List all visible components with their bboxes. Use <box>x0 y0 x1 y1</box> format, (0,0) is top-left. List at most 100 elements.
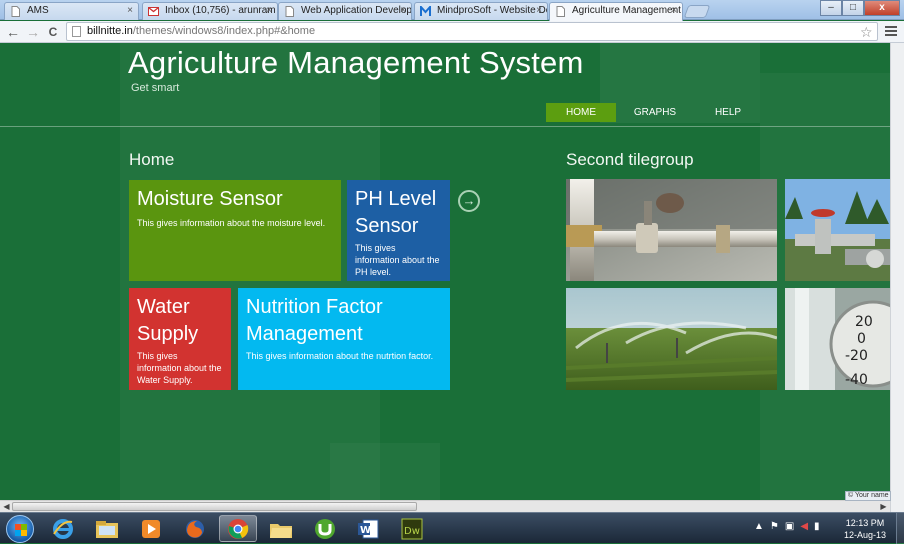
page-title: Agriculture Management System <box>128 45 584 80</box>
scroll-right-icon[interactable]: ▶ <box>878 502 889 512</box>
clock-date: 12-Aug-13 <box>843 530 887 540</box>
tile-description: This gives information about the Water S… <box>137 351 222 385</box>
svg-text:0: 0 <box>857 331 866 347</box>
volume-muted-icon[interactable]: ◀ <box>800 521 808 532</box>
system-tray: ▲ ⚑ ▣ ◀ ▮ <box>754 521 820 532</box>
address-bar[interactable]: billnitte.in/themes/windows8/index.php#&… <box>66 22 878 41</box>
horizontal-scrollbar[interactable]: ◀ ▶ <box>0 500 890 512</box>
page-content: Agriculture Management System Get smart … <box>0 43 890 500</box>
power-icon[interactable]: ▮ <box>814 521 820 532</box>
gmail-icon <box>148 6 159 16</box>
page-icon <box>11 6 20 17</box>
utorrent-icon[interactable] <box>306 515 344 542</box>
vertical-scrollbar[interactable] <box>890 43 904 512</box>
browser-tab-ams[interactable]: AMS × <box>4 2 139 20</box>
nav-home[interactable]: HOME <box>546 103 616 122</box>
menu-icon[interactable] <box>884 24 898 38</box>
tab-label: MindproSoft - Website De <box>437 5 548 16</box>
network-icon[interactable]: ▣ <box>785 521 794 532</box>
close-icon[interactable]: × <box>127 3 133 19</box>
forward-button[interactable]: → <box>24 23 42 41</box>
page-icon <box>556 6 565 17</box>
close-icon[interactable]: × <box>400 3 406 19</box>
browser-tab-agriculture[interactable]: Agriculture Management × <box>549 2 683 21</box>
background-shape <box>760 73 890 500</box>
tile-title: Nutrition Factor Management <box>246 296 383 345</box>
url-host: billnitte.in <box>87 25 133 37</box>
close-window-button[interactable]: x <box>864 0 900 16</box>
browser-tab-mindprosoft[interactable]: MindproSoft - Website De × <box>414 2 548 20</box>
tile-title: Water Supply <box>137 296 199 345</box>
minimize-button[interactable]: – <box>820 0 842 16</box>
svg-text:20: 20 <box>855 314 873 330</box>
scroll-left-icon[interactable]: ◀ <box>1 502 12 512</box>
page-subtitle: Get smart <box>131 82 180 94</box>
pipeline-valves-image <box>785 179 890 281</box>
internet-explorer-icon[interactable] <box>44 515 82 542</box>
window-controls: – □ x <box>820 0 900 16</box>
chrome-icon[interactable] <box>219 515 257 542</box>
scrollbar-thumb[interactable] <box>12 502 417 511</box>
browser-tab-inbox[interactable]: Inbox (10,756) - arunram × <box>142 2 278 20</box>
mindprosoft-icon <box>420 6 431 16</box>
header-divider <box>0 126 890 127</box>
new-tab-button[interactable] <box>683 5 711 18</box>
tile-description: This gives information about the nutrtio… <box>246 351 434 361</box>
close-icon[interactable]: × <box>536 3 542 19</box>
folder-icon[interactable] <box>262 515 300 542</box>
group-title-second: Second tilegroup <box>566 150 694 169</box>
tile-description: This gives information about the PH leve… <box>355 243 440 277</box>
nav-help[interactable]: HELP <box>694 103 762 122</box>
page-icon <box>285 6 294 17</box>
bookmark-star-icon[interactable]: ☆ <box>860 23 873 41</box>
tab-label: Web Application Develop <box>301 5 412 16</box>
tile-title: Moisture Sensor <box>137 188 283 210</box>
browser-tab-strip: AMS × Inbox (10,756) - arunram × Web App… <box>0 0 904 21</box>
taskbar-clock[interactable]: 12:13 PM 12-Aug-13 <box>838 517 892 541</box>
dreamweaver-icon[interactable]: Dw <box>393 515 431 542</box>
word-icon-label: W <box>360 525 371 536</box>
browser-tab-webapp[interactable]: Web Application Develop × <box>278 2 412 20</box>
next-group-arrow-icon[interactable]: → <box>458 190 480 212</box>
windows-logo-icon <box>15 524 27 536</box>
dreamweaver-icon-label: Dw <box>404 526 420 537</box>
tab-label: Agriculture Management <box>572 5 681 16</box>
show-hidden-icons-icon[interactable]: ▲ <box>754 521 764 532</box>
tile-water-supply[interactable]: Water Supply This gives information abou… <box>129 288 231 390</box>
url-path: /themes/windows8/index.php#&home <box>132 25 316 37</box>
thermometer-gauge-photo[interactable]: 20 -20 -40 0 <box>785 288 890 390</box>
tile-description: This gives information about the moistur… <box>137 218 326 228</box>
media-player-icon[interactable] <box>132 515 170 542</box>
group-title-home: Home <box>129 150 175 169</box>
tab-label: Inbox (10,756) - arunram <box>165 5 276 16</box>
browser-toolbar: ← → C billnitte.in/themes/windows8/index… <box>0 21 904 43</box>
svg-text:-40: -40 <box>845 372 868 388</box>
tile-ph-level-sensor[interactable]: PH Level Sensor This gives information a… <box>347 180 450 281</box>
start-button[interactable] <box>6 515 34 543</box>
word-icon[interactable]: W <box>349 515 387 542</box>
close-icon[interactable]: × <box>266 3 272 19</box>
show-desktop-button[interactable] <box>896 513 904 544</box>
main-nav: HOME GRAPHS HELP <box>546 103 762 122</box>
status-popup: © Your name <box>845 491 891 501</box>
windows-taskbar: W Dw ▲ ⚑ ▣ ◀ ▮ 12:13 PM 12-Aug-13 <box>0 512 904 544</box>
firefox-icon[interactable] <box>176 515 214 542</box>
file-explorer-icon[interactable] <box>88 515 126 542</box>
close-icon[interactable]: × <box>671 3 677 19</box>
pipe-valve-photo[interactable] <box>566 179 777 281</box>
nav-graphs[interactable]: GRAPHS <box>616 103 694 122</box>
action-center-flag-icon[interactable]: ⚑ <box>770 521 779 532</box>
pipeline-valves-photo[interactable] <box>785 179 890 281</box>
tile-moisture-sensor[interactable]: Moisture Sensor This gives information a… <box>129 180 341 281</box>
back-button[interactable]: ← <box>4 23 22 41</box>
tile-nutrition-factor[interactable]: Nutrition Factor Management This gives i… <box>238 288 450 390</box>
sprinkler-field-photo[interactable] <box>566 288 777 390</box>
tile-title: PH Level Sensor <box>355 188 437 237</box>
thermometer-gauge-image: 20 -20 -40 0 <box>785 288 890 390</box>
reload-button[interactable]: C <box>44 23 62 41</box>
background-shape <box>330 443 440 500</box>
sprinkler-field-image <box>566 288 777 390</box>
pipe-valve-image <box>566 179 777 281</box>
maximize-button[interactable]: □ <box>842 0 864 16</box>
page-icon <box>72 26 81 37</box>
